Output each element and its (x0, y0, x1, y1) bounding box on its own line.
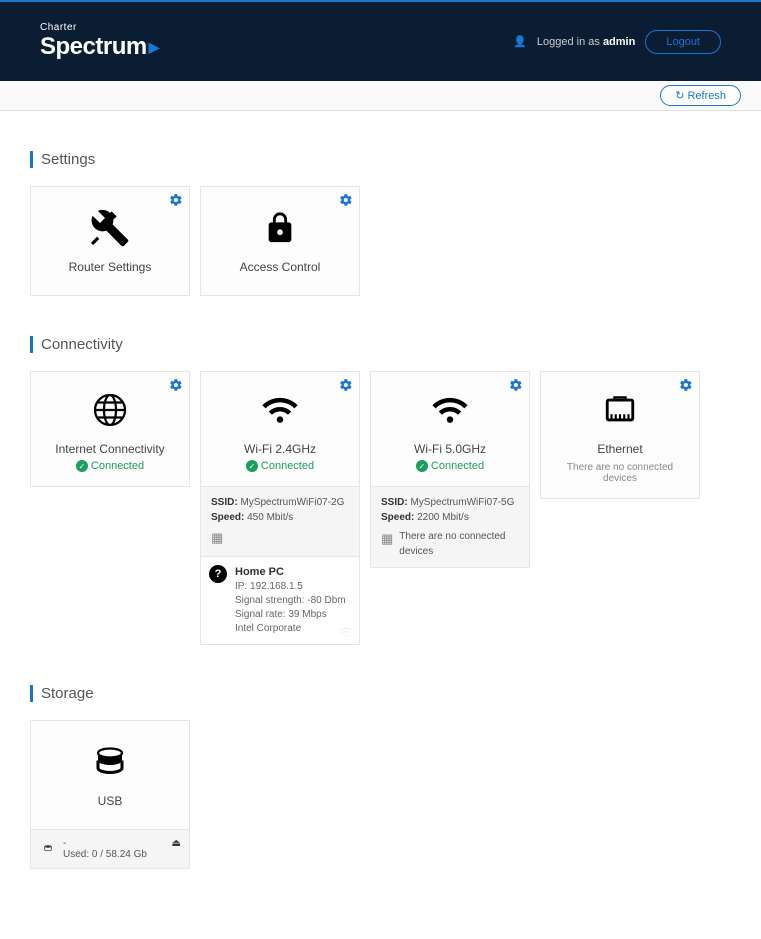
device-name: Home PC (235, 565, 346, 580)
user-icon: 👤 (513, 35, 527, 48)
gear-icon[interactable] (339, 378, 353, 392)
tools-icon (90, 206, 130, 250)
speed-label: Speed: (381, 512, 414, 523)
internet-connectivity-label: Internet Connectivity (55, 442, 164, 456)
device-info: Home PC IP: 192.168.1.5 Signal strength:… (235, 565, 346, 636)
internet-connectivity-card[interactable]: Internet Connectivity ✓Connected (30, 371, 190, 487)
router-settings-card[interactable]: Router Settings (30, 186, 190, 296)
wifi-50-status-text: Connected (431, 460, 484, 472)
signal-strength: -80 Dbm (307, 595, 345, 606)
unknown-device-icon: ? (209, 565, 227, 583)
connectivity-row: Internet Connectivity ✓Connected Wi-Fi 2… (30, 371, 731, 645)
logged-in-prefix: Logged in as (537, 36, 603, 48)
section-title-settings: Settings (30, 151, 731, 168)
usb-label: USB (98, 794, 123, 808)
check-icon: ✓ (416, 460, 428, 472)
usb-usage: - Used: 0 / 58.24 Gb (63, 838, 147, 860)
access-control-card[interactable]: Access Control (200, 186, 360, 296)
wifi-50-card[interactable]: Wi-Fi 5.0GHz ✓Connected (370, 371, 530, 487)
wifi-24-details: SSID: MySpectrumWiFi07-2G Speed: 450 Mbi… (200, 487, 360, 557)
internet-status: ✓Connected (76, 460, 144, 472)
wifi-24-label: Wi-Fi 2.4GHz (244, 442, 316, 456)
logo-wordmark: Spectrum▶ (40, 33, 159, 61)
gear-icon[interactable] (509, 378, 523, 392)
wifi-50-ssid: MySpectrumWiFi07-5G (410, 497, 514, 508)
signal-strength-label: Signal strength: (235, 595, 305, 606)
refresh-icon: ↻ (675, 89, 684, 102)
wifi-24-status: ✓Connected (246, 460, 314, 472)
usb-details: - Used: 0 / 58.24 Gb ⏏ (30, 830, 190, 869)
logged-in-text: Logged in as admin (537, 36, 635, 48)
section-title-storage: Storage (30, 685, 731, 702)
device-vendor: Intel Corporate (235, 622, 346, 636)
wifi-50-speed: 2200 Mbit/s (417, 512, 469, 523)
wifi-50-no-devices: There are no connected devices (399, 529, 519, 559)
wifi-icon (430, 388, 470, 432)
eject-icon[interactable]: ⏏ (172, 838, 181, 849)
router-settings-label: Router Settings (69, 260, 152, 274)
device-ip: 192.168.1.5 (250, 581, 303, 592)
device-ip-label: IP: (235, 581, 247, 592)
speed-label: Speed: (211, 512, 244, 523)
wifi-24-speed: 450 Mbit/s (247, 512, 293, 523)
storage-icon (92, 740, 128, 784)
logo-main-text: Spectrum (40, 33, 147, 61)
refresh-button[interactable]: ↻Refresh (660, 85, 741, 106)
qr-icon[interactable]: ▦ (381, 529, 393, 549)
qr-icon[interactable]: ▦ (211, 528, 223, 548)
wifi-50-status: ✓Connected (416, 460, 484, 472)
ssid-label: SSID: (211, 497, 238, 508)
signal-bars-icon (339, 626, 353, 638)
drive-icon (41, 843, 55, 855)
signal-rate: 39 Mbps (288, 609, 326, 620)
logged-in-username: admin (603, 36, 635, 48)
storage-row: USB - Used: 0 / 58.24 Gb ⏏ (30, 720, 731, 869)
wifi-icon (260, 388, 300, 432)
lock-icon (263, 206, 297, 250)
settings-row: Router Settings Access Control (30, 186, 731, 296)
section-title-connectivity: Connectivity (30, 336, 731, 353)
ethernet-no-devices: There are no connected devices (549, 462, 691, 484)
check-icon: ✓ (246, 460, 258, 472)
usb-used-value: 0 / 58.24 Gb (92, 849, 147, 860)
gear-icon[interactable] (169, 378, 183, 392)
refresh-label: Refresh (687, 90, 726, 102)
wifi-50-details: SSID: MySpectrumWiFi07-5G Speed: 2200 Mb… (370, 487, 530, 568)
gear-icon[interactable] (169, 193, 183, 207)
wifi-24-device[interactable]: ? Home PC IP: 192.168.1.5 Signal strengt… (200, 557, 360, 645)
access-control-label: Access Control (240, 260, 321, 274)
ssid-label: SSID: (381, 497, 408, 508)
wifi-50-label: Wi-Fi 5.0GHz (414, 442, 486, 456)
ethernet-card[interactable]: Ethernet There are no connected devices (540, 371, 700, 499)
main-content: Settings Router Settings Acce (0, 111, 761, 939)
header-bar: Charter Spectrum▶ 👤 Logged in as admin L… (0, 0, 761, 81)
usb-card[interactable]: USB (30, 720, 190, 830)
logout-button[interactable]: Logout (645, 30, 721, 54)
internet-status-text: Connected (91, 460, 144, 472)
globe-icon (92, 388, 128, 432)
wifi-24-status-text: Connected (261, 460, 314, 472)
brand-logo: Charter Spectrum▶ (40, 22, 159, 61)
wifi-24-ssid: MySpectrumWiFi07-2G (240, 497, 344, 508)
ethernet-label: Ethernet (597, 442, 642, 456)
ethernet-icon (601, 388, 639, 432)
auth-area: 👤 Logged in as admin Logout (513, 30, 721, 54)
sub-header-bar: ↻Refresh (0, 81, 761, 111)
usb-used-label: Used: (63, 849, 89, 860)
logo-superscript: Charter (40, 22, 159, 33)
usb-name: - (63, 838, 147, 849)
gear-icon[interactable] (339, 193, 353, 207)
gear-icon[interactable] (679, 378, 693, 392)
wifi-24-card[interactable]: Wi-Fi 2.4GHz ✓Connected (200, 371, 360, 487)
logo-arrow-icon: ▶ (149, 39, 159, 56)
signal-rate-label: Signal rate: (235, 609, 286, 620)
check-icon: ✓ (76, 460, 88, 472)
